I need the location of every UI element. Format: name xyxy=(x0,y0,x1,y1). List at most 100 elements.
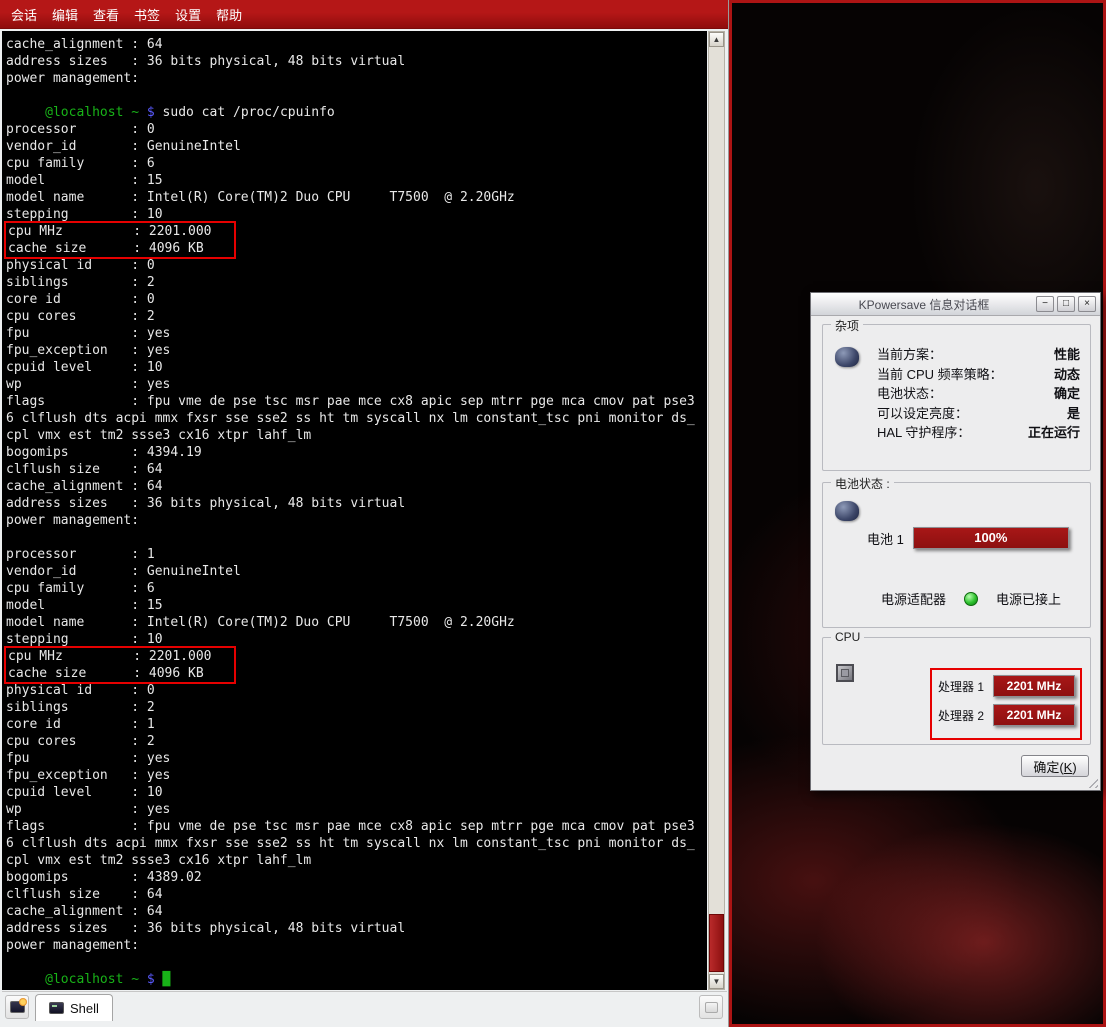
tab-shell[interactable]: Shell xyxy=(35,994,113,1021)
cpu1-label: 处理器 1 xyxy=(938,678,988,695)
new-session-button[interactable] xyxy=(5,995,29,1019)
terminal-line: cache size : 4096 KB xyxy=(8,240,234,257)
cpu2-frequency-bar: 2201 MHz xyxy=(993,704,1075,726)
terminal-line: core id : 0 xyxy=(6,291,707,308)
ok-button[interactable]: 确定(K) xyxy=(1021,755,1089,777)
cpu-group-legend: CPU xyxy=(831,630,864,644)
info-label: 当前 CPU 频率策略： xyxy=(877,365,1003,385)
screen: 会话 编辑 查看 书签 设置 帮助 cache_alignment : 64ad… xyxy=(0,0,1106,1027)
terminal-line: wp : yes xyxy=(6,801,707,818)
info-row-hal-daemon: HAL 守护程序： 正在运行 xyxy=(877,423,1080,443)
terminal-line: cache size : 4096 KB xyxy=(8,665,234,682)
terminal-line: cpu family : 6 xyxy=(6,580,707,597)
terminal-icon xyxy=(49,1002,64,1014)
menu-item-settings[interactable]: 设置 xyxy=(175,5,201,24)
maximize-button[interactable]: □ xyxy=(1057,296,1075,312)
terminal-line: clflush size : 64 xyxy=(6,886,707,903)
terminal-line xyxy=(6,87,707,104)
terminal-line xyxy=(6,529,707,546)
terminal-line: core id : 1 xyxy=(6,716,707,733)
menu-item-session[interactable]: 会话 xyxy=(11,5,37,24)
terminal-line: fpu_exception : yes xyxy=(6,767,707,784)
menu-item-view[interactable]: 查看 xyxy=(93,5,119,24)
terminal-line: siblings : 2 xyxy=(6,274,707,291)
terminal-line: cpuid level : 10 xyxy=(6,784,707,801)
cpu-icon xyxy=(836,664,854,682)
annotation-highlight-box: cpu MHz : 2201.000cache size : 4096 KB xyxy=(4,646,236,684)
terminal-line: address sizes : 36 bits physical, 48 bit… xyxy=(6,53,707,70)
menu-item-bookmarks[interactable]: 书签 xyxy=(134,5,160,24)
menu-item-edit[interactable]: 编辑 xyxy=(52,5,78,24)
terminal-line: model : 15 xyxy=(6,597,707,614)
battery-row: 电池 1 100% xyxy=(867,527,1069,549)
info-label: HAL 守护程序： xyxy=(877,423,970,443)
terminal-line: model name : Intel(R) Core(TM)2 Duo CPU … xyxy=(6,614,707,631)
terminal-line: cpu family : 6 xyxy=(6,155,707,172)
session-list-button[interactable] xyxy=(699,995,723,1019)
ok-button-label: 确定( xyxy=(1033,760,1063,775)
tab-shell-label: Shell xyxy=(70,1001,99,1016)
terminal-output[interactable]: cache_alignment : 64address sizes : 36 b… xyxy=(2,31,707,990)
scroll-down-icon[interactable]: ▼ xyxy=(709,974,724,989)
adapter-led-icon xyxy=(964,592,978,606)
terminal-line: fpu_exception : yes xyxy=(6,342,707,359)
scrollbar[interactable]: ▲ ▼ xyxy=(708,31,725,990)
terminal-line: cpu cores : 2 xyxy=(6,308,707,325)
close-button[interactable]: × xyxy=(1078,296,1096,312)
session-list-icon xyxy=(705,1002,718,1013)
scroll-slider[interactable] xyxy=(709,914,724,972)
terminal-line xyxy=(6,954,707,971)
terminal-line: flags : fpu vme de pse tsc msr pae mce c… xyxy=(6,393,707,410)
terminal-line: fpu : yes xyxy=(6,325,707,342)
menu-item-help[interactable]: 帮助 xyxy=(216,5,242,24)
terminal-line: █████@localhost ~ $ sudo cat /proc/cpuin… xyxy=(6,104,707,121)
dialog-titlebar[interactable]: KPowersave 信息对话框 − □ × xyxy=(811,293,1100,316)
cpu-row-1: 处理器 1 2201 MHz xyxy=(938,675,1075,697)
battery-icon xyxy=(835,501,859,521)
scroll-up-icon[interactable]: ▲ xyxy=(709,32,724,47)
info-label: 电池状态： xyxy=(877,384,942,404)
resize-grip[interactable] xyxy=(1085,775,1098,788)
terminal-line: siblings : 2 xyxy=(6,699,707,716)
tab-bar: Shell xyxy=(2,991,727,1021)
ok-button-label-end: ) xyxy=(1072,760,1076,775)
cpu-group: CPU 处理器 1 2201 MHz 处理器 2 2201 MHz xyxy=(822,637,1091,745)
terminal-line: vendor_id : GenuineIntel xyxy=(6,563,707,580)
terminal-line: model : 15 xyxy=(6,172,707,189)
info-value: 是 xyxy=(1067,404,1080,424)
battery-label: 电池 1 xyxy=(867,529,904,548)
konsole-window: 会话 编辑 查看 书签 设置 帮助 cache_alignment : 64ad… xyxy=(0,0,729,1027)
terminal-line: cpuid level : 10 xyxy=(6,359,707,376)
terminal-line: processor : 1 xyxy=(6,546,707,563)
terminal-line: physical id : 0 xyxy=(6,682,707,699)
battery-progress-bar: 100% xyxy=(913,527,1069,549)
terminal-line: cache_alignment : 64 xyxy=(6,903,707,920)
minimize-button[interactable]: − xyxy=(1036,296,1054,312)
misc-group: 杂项 当前方案： 性能 当前 CPU 频率策略： 动态 电池状态： 确定 可以设… xyxy=(822,324,1091,471)
terminal-line: cpu cores : 2 xyxy=(6,733,707,750)
battery-group-legend: 电池状态 : xyxy=(831,475,894,492)
terminal-line: fpu : yes xyxy=(6,750,707,767)
menubar: 会话 编辑 查看 书签 设置 帮助 xyxy=(0,0,728,29)
terminal-line: address sizes : 36 bits physical, 48 bit… xyxy=(6,920,707,937)
terminal-line: bogomips : 4389.02 xyxy=(6,869,707,886)
annotation-highlight-box: 处理器 1 2201 MHz 处理器 2 2201 MHz xyxy=(930,668,1082,740)
info-value: 正在运行 xyxy=(1028,423,1080,443)
terminal-line: cpu MHz : 2201.000 xyxy=(8,223,234,240)
cpu-row-2: 处理器 2 2201 MHz xyxy=(938,704,1075,726)
cpu1-frequency-bar: 2201 MHz xyxy=(993,675,1075,697)
terminal-line: cache_alignment : 64 xyxy=(6,478,707,495)
misc-group-legend: 杂项 xyxy=(831,317,863,334)
terminal-line: clflush size : 64 xyxy=(6,461,707,478)
battery-group: 电池状态 : 电池 1 100% 电源适配器 电源已接上 xyxy=(822,482,1091,628)
misc-rows: 当前方案： 性能 当前 CPU 频率策略： 动态 电池状态： 确定 可以设定亮度… xyxy=(877,345,1080,443)
terminal-line: power management: xyxy=(6,70,707,87)
terminal-line: 6 clflush dts acpi mmx fxsr sse sse2 ss … xyxy=(6,410,707,427)
terminal-line: wp : yes xyxy=(6,376,707,393)
kpowersave-dialog: KPowersave 信息对话框 − □ × 杂项 当前方案： 性能 当前 CP… xyxy=(810,292,1101,791)
terminal-line: cpl vmx est tm2 ssse3 cx16 xtpr lahf_lm xyxy=(6,852,707,869)
terminal-line: vendor_id : GenuineIntel xyxy=(6,138,707,155)
info-row-brightness: 可以设定亮度： 是 xyxy=(877,404,1080,424)
info-value: 动态 xyxy=(1054,365,1080,385)
kpowersave-icon xyxy=(835,347,859,367)
